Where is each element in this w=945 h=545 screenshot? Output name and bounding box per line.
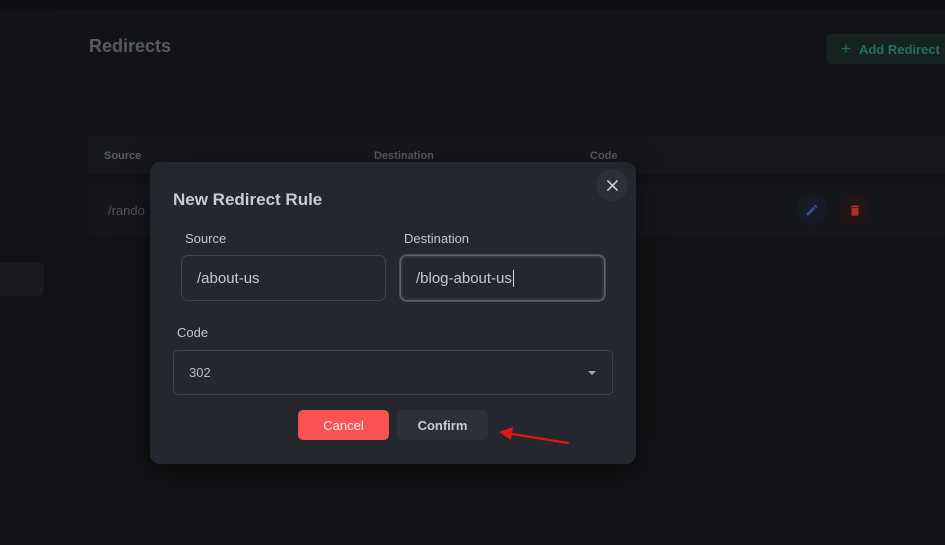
annotation-arrow-icon xyxy=(499,427,570,445)
app-window: Redirects + Add Redirect Source Destinat… xyxy=(0,0,945,545)
